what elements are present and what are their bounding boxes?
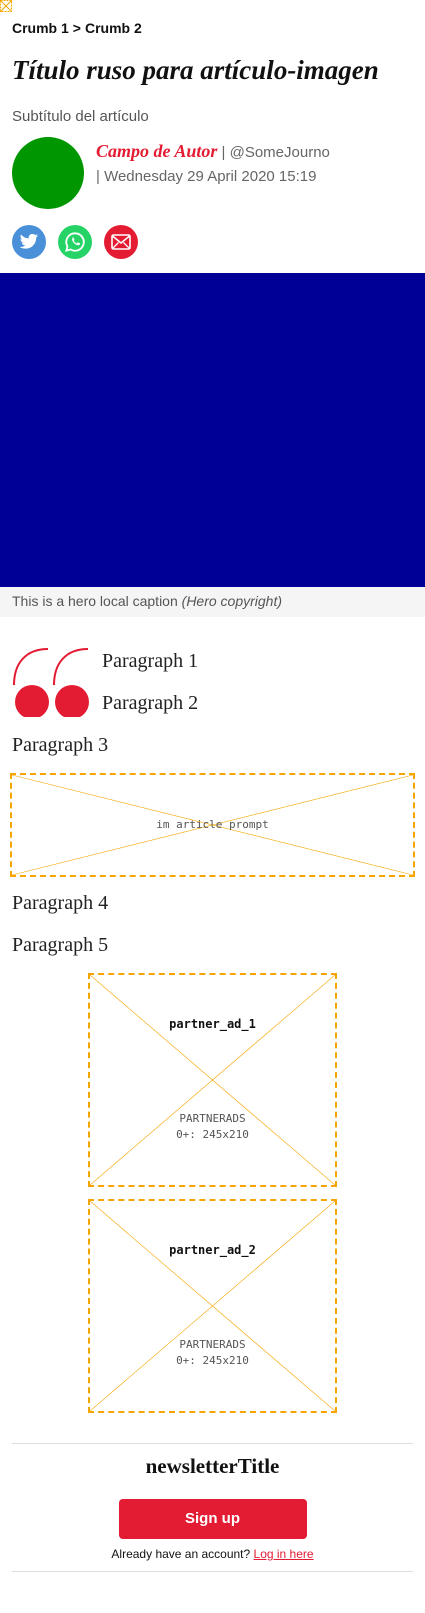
share-whatsapp-button[interactable] (58, 224, 92, 259)
author-link[interactable]: Campo de Autor (96, 141, 217, 161)
date-separator: | (96, 168, 100, 186)
hero-copyright: (Hero copyright) (181, 592, 283, 609)
newsletter-signup: newsletterTitle Sign up Already have an … (12, 1442, 413, 1572)
breadcrumb-crumb-2[interactable]: Crumb 2 (85, 20, 142, 36)
partner-ad-1-info: PARTNERADS 0+: 245x210 (90, 1111, 335, 1144)
paragraph-3: Paragraph 3 (12, 733, 109, 756)
byline: Campo de Autor | @SomeJourno | Wednesday… (12, 136, 413, 209)
ad-placeholder-cross (90, 1201, 335, 1411)
partner-ad-1-line2: 0+: 245x210 (176, 1128, 249, 1142)
partner-ad-1-line1: PARTNERADS (179, 1111, 246, 1125)
share-bar (12, 224, 413, 259)
article-subtitle: Subtítulo del artículo (12, 107, 149, 125)
breadcrumb-crumb-1[interactable]: Crumb 1 (12, 20, 69, 36)
ad-prompt-label: im article prompt (156, 817, 269, 831)
share-email-button[interactable] (104, 224, 138, 259)
hero-image (0, 272, 425, 587)
partner-ad-1[interactable]: partner_ad_1 PARTNERADS 0+: 245x210 (88, 972, 337, 1187)
account-text: Already have an account? (111, 1546, 251, 1561)
partner-ad-2-title: partner_ad_2 (169, 1242, 256, 1257)
breadcrumb: Crumb 1 > Crumb 2 (12, 0, 413, 40)
publish-date: Wednesday 29 April 2020 15:19 (104, 168, 317, 186)
login-link[interactable]: Log in here (254, 1547, 314, 1561)
author-handle: @SomeJourno (229, 143, 330, 161)
paragraph-2: Paragraph 2 (102, 691, 199, 714)
byline-separator: | (221, 143, 226, 161)
newsletter-title: newsletterTitle (145, 1453, 280, 1478)
email-icon (111, 233, 131, 250)
share-twitter-button[interactable] (12, 224, 46, 259)
partner-ad-2-line2: 0+: 245x210 (176, 1354, 249, 1368)
paragraph-5: Paragraph 5 (12, 933, 109, 956)
paragraph-1: Paragraph 1 (102, 649, 199, 672)
signup-button[interactable]: Sign up (118, 1498, 307, 1539)
login-prompt: Already have an account? Log in here (12, 1547, 413, 1561)
byline-meta: Campo de Autor | @SomeJourno | Wednesday… (96, 137, 330, 209)
ad-placeholder-cross (90, 975, 335, 1185)
paragraph-4: Paragraph 4 (12, 891, 109, 914)
hero-caption-text: This is a hero local caption (12, 592, 178, 609)
quote-icon (13, 647, 89, 717)
broken-image-icon (0, 0, 12, 12)
partner-ad-2-line1: PARTNERADS (179, 1337, 246, 1351)
article-title: Título ruso para artículo-imagen (12, 55, 379, 85)
whatsapp-icon (65, 232, 85, 252)
partner-ad-2[interactable]: partner_ad_2 PARTNERADS 0+: 245x210 (88, 1198, 337, 1413)
hero-caption: This is a hero local caption (Hero copyr… (0, 586, 425, 617)
breadcrumb-separator: > (72, 20, 81, 36)
author-avatar (12, 136, 84, 209)
pull-quote-row: Paragraph 1 Paragraph 2 (12, 647, 413, 717)
twitter-icon (19, 233, 39, 249)
article-prompt-ad[interactable]: im article prompt (10, 772, 415, 877)
partner-ad-1-title: partner_ad_1 (169, 1016, 256, 1031)
partner-ad-2-info: PARTNERADS 0+: 245x210 (90, 1337, 335, 1370)
